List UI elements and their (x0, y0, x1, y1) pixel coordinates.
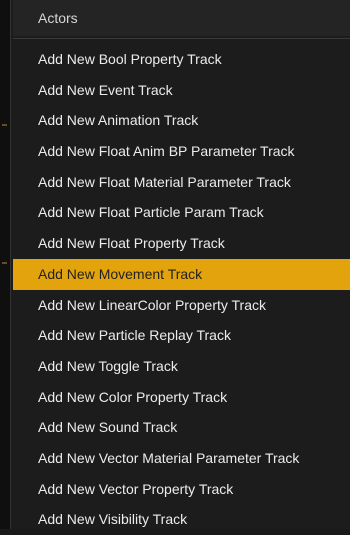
menu-item-add-bool-property-track[interactable]: Add New Bool Property Track (13, 44, 350, 75)
menu-item-add-vector-property-track[interactable]: Add New Vector Property Track (13, 474, 350, 505)
gutter-marker (2, 124, 7, 126)
menu-item-add-float-property-track[interactable]: Add New Float Property Track (13, 228, 350, 259)
context-menu: Actors Add New Bool Property Track Add N… (0, 0, 350, 529)
menu-item-add-float-material-parameter-track[interactable]: Add New Float Material Parameter Track (13, 167, 350, 198)
menu-item-add-sound-track[interactable]: Add New Sound Track (13, 412, 350, 443)
menu-item-list: Add New Bool Property Track Add New Even… (13, 44, 350, 535)
menu-item-add-float-anim-bp-parameter-track[interactable]: Add New Float Anim BP Parameter Track (13, 136, 350, 167)
gutter-marker (2, 262, 7, 264)
menu-item-add-visibility-track[interactable]: Add New Visibility Track (13, 504, 350, 535)
menu-item-add-linearcolor-property-track[interactable]: Add New LinearColor Property Track (13, 290, 350, 321)
menu-item-add-movement-track[interactable]: Add New Movement Track (13, 258, 350, 290)
menu-section-header: Actors (13, 0, 350, 36)
menu-item-add-particle-replay-track[interactable]: Add New Particle Replay Track (13, 320, 350, 351)
menu-item-add-animation-track[interactable]: Add New Animation Track (13, 105, 350, 136)
menu-divider (13, 38, 350, 39)
left-gutter (0, 0, 11, 529)
menu-item-add-event-track[interactable]: Add New Event Track (13, 75, 350, 106)
menu-item-add-color-property-track[interactable]: Add New Color Property Track (13, 382, 350, 413)
menu-item-add-float-particle-param-track[interactable]: Add New Float Particle Param Track (13, 197, 350, 228)
menu-item-add-toggle-track[interactable]: Add New Toggle Track (13, 351, 350, 382)
menu-item-add-vector-material-parameter-track[interactable]: Add New Vector Material Parameter Track (13, 443, 350, 474)
